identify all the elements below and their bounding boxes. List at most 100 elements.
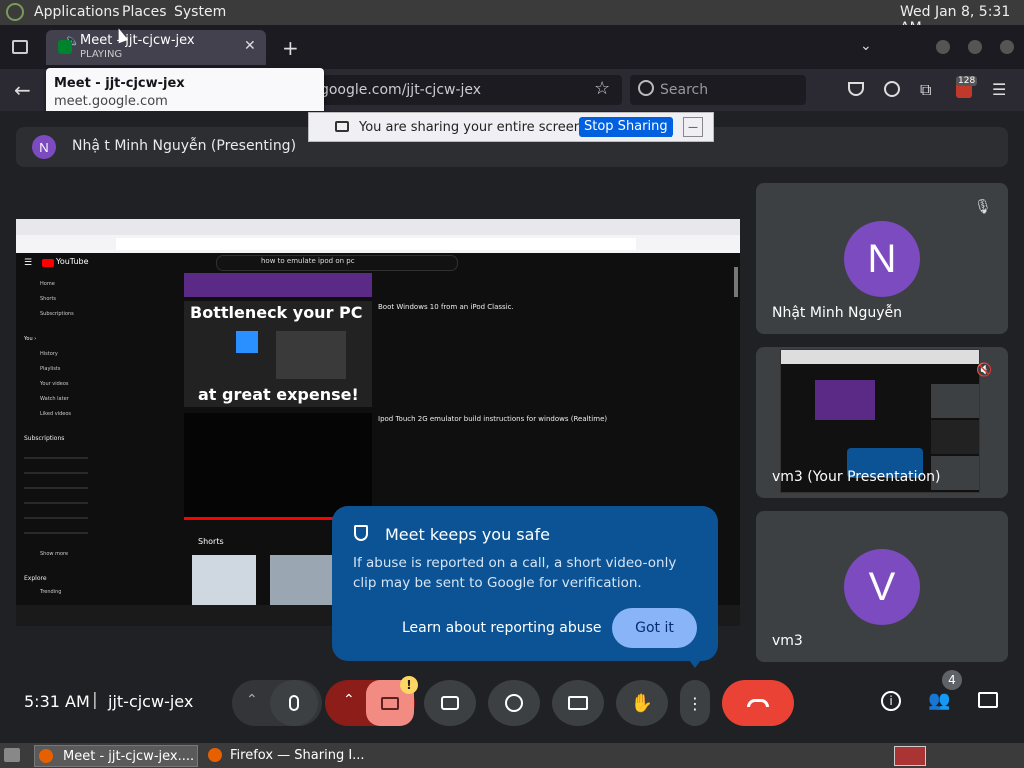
workspace-switcher[interactable] [894,746,926,766]
thumb-text-top: Bottleneck your PC [190,303,363,322]
tab-status: PLAYING [80,49,123,60]
system-menu[interactable]: System [174,4,226,20]
camera-warning-badge: ! [400,676,418,694]
more-options-button[interactable]: ⋮ [680,680,710,726]
reactions-button[interactable] [488,680,540,726]
url-text: t.google.com/jjt-cjcw-jex [310,82,482,98]
presenter-avatar: N [32,135,56,159]
taskbar-item-label: Meet - jjt-cjcw-jex.... [63,749,195,764]
video-thumbnail-top-strip [184,273,372,297]
new-tab-icon[interactable]: + [282,36,299,60]
tab-title: Meet - jjt-cjcw-jex [80,33,195,48]
got-it-button[interactable]: Got it [612,608,697,648]
video1-title: Boot Windows 10 from an iPod Classic. [378,303,514,311]
extensions-icon[interactable]: ⧉ [920,80,931,100]
leave-call-button[interactable] [722,680,794,726]
shared-url-field [116,238,636,250]
chevron-up-icon: ⌃ [343,692,355,708]
participant-name: Nhật Minh Nguyễn [772,305,903,321]
preview-chrome [781,350,979,364]
yt-logo-text: YouTube [56,257,89,266]
search-input[interactable]: Search [660,82,708,98]
yt-subscription-list [24,447,88,537]
learn-reporting-abuse-link[interactable]: Learn about reporting abuse [402,620,602,636]
yt-nav-playlists: Playlists [40,366,61,372]
popup-pointer [686,656,704,668]
yt-nav-home: Home [40,281,55,287]
yt-scrollbar [734,267,738,297]
participant-avatar-n: N [844,221,920,297]
tab-meet[interactable]: 🔈 Meet - jjt-cjcw-jex PLAYING ✕ [46,30,266,65]
stop-sharing-button[interactable]: Stop Sharing [579,117,673,137]
safety-popup: Meet keeps you safe If abuse is reported… [332,506,718,668]
extension-badge: 128 [956,76,978,86]
bookmark-star-icon[interactable]: ☆ [594,78,610,99]
yt-logo-icon [42,259,54,267]
pc-case-image [276,331,346,379]
menu-icon[interactable]: ☰ [992,80,1006,99]
show-desktop-icon[interactable] [4,748,20,762]
tooltip-title: Meet - jjt-cjcw-jex [54,76,185,91]
meeting-separator: | [92,690,98,710]
yt-menu-icon: ☰ [24,258,33,268]
yt-nav-subscriptions: Subscriptions [40,311,74,317]
thumb-text-bottom: at great expense! [198,385,359,404]
raise-hand-button[interactable]: ✋ [616,680,668,726]
banner-divider [671,119,672,137]
participant-tile-1[interactable]: 🎙 N Nhật Minh Nguyễn [756,183,1008,334]
presenting-label: Nhậ t Minh Nguyễn (Presenting) [72,138,297,154]
yt-nav-liked: Liked videos [40,411,71,417]
meet-favicon-icon [58,40,72,54]
places-menu[interactable]: Places [122,4,167,20]
popup-body: If abuse is reported on a call, a short … [353,555,677,591]
window-minimize-icon[interactable] [936,40,950,54]
captions-button[interactable] [424,680,476,726]
muted-mic-icon: 🎙 [974,199,992,215]
distro-logo-icon[interactable] [6,3,24,21]
participant-avatar-v: V [844,549,920,625]
yt-sidebar: Home Shorts Subscriptions You › History … [16,275,96,605]
share-banner-text: You are sharing your entire screen. [359,120,587,135]
captions-icon [441,696,459,710]
preview-tile-a [931,384,979,418]
participant-tile-3[interactable]: V vm3 [756,511,1008,662]
present-button[interactable] [552,680,604,726]
firefox-icon [39,749,53,763]
taskbar-item-meet[interactable]: Meet - jjt-cjcw-jex.... [34,745,198,767]
microphone-button[interactable] [270,680,318,726]
account-icon[interactable] [884,81,900,97]
chat-icon[interactable] [978,692,998,708]
more-vert-icon: ⋮ [687,693,703,713]
popup-title: Meet keeps you safe [385,525,550,544]
hide-banner-button[interactable]: — [683,117,703,137]
yt-nav-you: You › [24,336,37,342]
search-bar[interactable]: Search [630,75,806,105]
people-icon[interactable]: 👥 [928,690,950,711]
firefox-icon [208,748,222,762]
participant-tile-2[interactable]: 🔇 vm3 (Your Presentation) [756,347,1008,498]
yt-nav-shorts: Shorts [40,296,57,302]
back-arrow-icon[interactable]: ← [14,78,31,102]
window-close-icon[interactable] [1000,40,1014,54]
applications-menu[interactable]: Applications [34,4,120,20]
yt-nav-your-videos: Your videos [40,381,69,387]
meeting-info-icon[interactable]: i [881,691,901,711]
preview-tile-b [931,420,979,454]
participant-name: vm3 (Your Presentation) [772,469,941,485]
tab-overview-icon[interactable] [12,40,28,54]
muted-speaker-icon: 🔇 [976,363,993,378]
list-tabs-icon[interactable]: ⌄ [860,38,872,54]
video-thumbnail-2 [184,413,372,520]
emoji-icon [505,694,523,712]
shared-tab-strip [16,219,740,235]
close-tab-icon[interactable]: ✕ [244,38,256,54]
tab-tooltip: Meet - jjt-cjcw-jex meet.google.com [46,68,324,116]
url-bar[interactable]: t.google.com/jjt-cjcw-jex ☆ [300,75,622,105]
participant-name: vm3 [772,633,803,649]
yt-nav-trending: Trending [40,589,62,595]
hand-icon: ✋ [630,692,654,714]
window-maximize-icon[interactable] [968,40,982,54]
taskbar-item-sharing[interactable]: Firefox — Sharing I... [204,745,374,767]
microphone-icon [289,695,299,711]
video2-title: Ipod Touch 2G emulator build instruction… [378,415,608,423]
